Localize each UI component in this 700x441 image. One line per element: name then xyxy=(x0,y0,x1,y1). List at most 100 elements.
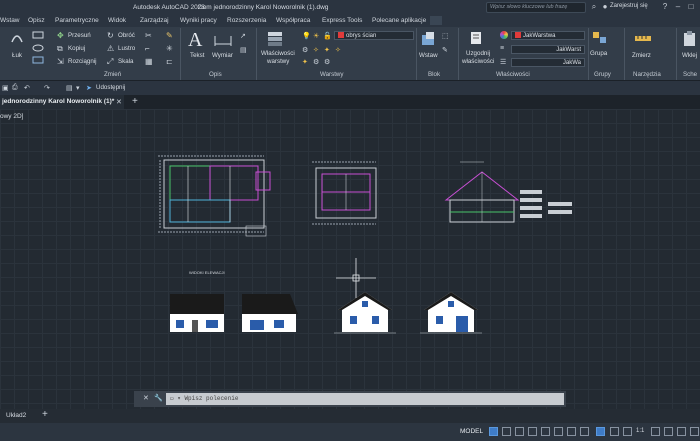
mirror-button[interactable]: Lustro xyxy=(118,45,135,52)
new-tab-icon[interactable]: + xyxy=(132,96,138,107)
layer-tools-icon-2[interactable]: ✧ xyxy=(313,46,319,54)
copy-button[interactable]: Kopiuj xyxy=(68,45,85,52)
utilities-panel-title[interactable]: Narzędzia xyxy=(633,71,661,78)
insert-block-icon[interactable] xyxy=(420,31,438,47)
arc-icon[interactable] xyxy=(10,30,24,44)
move-icon[interactable]: ✥ xyxy=(57,31,64,40)
match-properties-label-2[interactable]: właściwości xyxy=(462,58,494,65)
elevation-side-right[interactable] xyxy=(420,290,482,336)
linetype-icon[interactable]: ☰ xyxy=(500,58,506,66)
model-space-button[interactable]: MODEL xyxy=(460,428,483,435)
lightbulb-icon[interactable]: 💡 xyxy=(302,32,311,40)
customization-icon[interactable] xyxy=(690,427,699,436)
dimension-icon[interactable] xyxy=(213,32,233,48)
layer-tools-icon-3[interactable]: ✦ xyxy=(324,46,330,54)
tab-parametric[interactable]: Parametryczne xyxy=(55,17,99,24)
user-icon[interactable]: ● xyxy=(600,2,610,12)
properties-panel-title[interactable]: Właściwości xyxy=(496,71,530,78)
selection-cycling-icon[interactable] xyxy=(596,427,605,436)
edit-block-icon[interactable]: ✎ xyxy=(442,46,448,54)
dropdown-icon[interactable]: ▾ xyxy=(76,84,80,92)
layer-properties-label-1[interactable]: Właściwości xyxy=(261,50,295,57)
paste-button[interactable]: Wklej xyxy=(682,52,697,59)
tab-manage[interactable]: Zarządzaj xyxy=(140,17,169,24)
sign-in-link[interactable]: Zarejestruj się xyxy=(610,3,648,9)
table-icon[interactable]: ▤ xyxy=(240,46,247,54)
annotation-visibility-icon[interactable] xyxy=(610,427,619,436)
isodraft-icon[interactable] xyxy=(554,427,563,436)
annotation-scale[interactable]: 1:1 xyxy=(636,428,644,434)
layer-dropdown[interactable]: obrys ścian xyxy=(334,31,414,40)
object-snap-icon[interactable] xyxy=(580,427,589,436)
group-icon[interactable] xyxy=(592,31,608,45)
layer-properties-icon[interactable] xyxy=(266,30,286,48)
measure-icon[interactable] xyxy=(634,34,652,44)
share-icon[interactable]: ➤ xyxy=(86,84,92,92)
lock-icon[interactable]: 🔓 xyxy=(323,32,332,40)
color-dropdown[interactable]: JakWarstwa xyxy=(511,31,585,40)
offset-icon[interactable]: ⊏ xyxy=(166,57,173,66)
layers-panel-title[interactable]: Warstwy xyxy=(320,71,344,78)
erase-icon[interactable]: ✎ xyxy=(166,31,173,40)
dropdown-icon[interactable] xyxy=(515,427,524,436)
measure-button[interactable]: Zmierz xyxy=(632,52,651,59)
lineweight-icon[interactable]: ≡ xyxy=(500,45,504,52)
fillet-icon[interactable]: ⌐ xyxy=(145,44,150,53)
group-button[interactable]: Grupa xyxy=(590,50,607,57)
tab-output[interactable]: Wyniki pracy xyxy=(180,17,217,24)
lineweight-dropdown[interactable]: JakWarst xyxy=(511,45,585,54)
scale-icon[interactable]: ⤢ xyxy=(107,57,113,67)
block-panel-title[interactable]: Blok xyxy=(428,71,440,78)
grid-toggle-icon[interactable] xyxy=(489,427,498,436)
plot-icon[interactable]: ▤ xyxy=(66,84,73,92)
tab-collaborate[interactable]: Współpraca xyxy=(276,17,310,24)
arc-label[interactable]: Łuk xyxy=(12,52,22,59)
object-snap-tracking-icon[interactable] xyxy=(567,427,576,436)
sun-icon[interactable]: ☀ xyxy=(313,32,319,40)
stretch-icon[interactable]: ⇲ xyxy=(57,57,64,66)
rotate-icon[interactable]: ↻ xyxy=(107,31,114,40)
create-block-icon[interactable]: ⬚ xyxy=(442,32,449,40)
tab-annotate[interactable]: Opisz xyxy=(28,17,45,24)
text-button[interactable]: Tekst xyxy=(190,52,204,59)
groups-panel-title[interactable]: Grupy xyxy=(594,71,611,78)
color-wheel-icon[interactable] xyxy=(500,31,508,39)
view-label[interactable]: owy 2D] xyxy=(0,113,23,120)
text-icon[interactable]: A xyxy=(188,29,202,52)
tab-addins[interactable]: Rozszerzenia xyxy=(227,17,266,24)
layer-tools-icon-4[interactable]: ✧ xyxy=(335,46,341,54)
maximize-icon[interactable]: □ xyxy=(686,2,696,12)
file-tab-active[interactable]: jednorodzinny Karol Noworolnik (1)* xyxy=(0,95,124,109)
mirror-icon[interactable]: ⚠ xyxy=(107,44,114,53)
elevation-rear[interactable] xyxy=(240,292,300,334)
tab-express-tools[interactable]: Express Tools xyxy=(322,17,362,24)
tab-view[interactable]: Widok xyxy=(108,17,126,24)
section-drawing[interactable] xyxy=(436,160,576,230)
floor-plan-drawing[interactable] xyxy=(158,152,278,238)
gear-icon[interactable] xyxy=(651,427,660,436)
polar-toggle-icon[interactable] xyxy=(541,427,550,436)
scale-button[interactable]: Skala xyxy=(118,58,133,65)
layer-tools-icon-5[interactable]: ✦ xyxy=(302,58,308,66)
undo-icon[interactable]: ↶ xyxy=(24,84,30,92)
array-icon[interactable]: ▦ xyxy=(145,57,153,66)
move-button[interactable]: Przesuń xyxy=(68,32,91,39)
tab-featured-apps[interactable]: Polecane aplikacje xyxy=(372,17,426,24)
layer-tools-icon-1[interactable]: ⚙ xyxy=(302,46,308,54)
layer-tools-icon-7[interactable]: ⚙ xyxy=(324,58,330,66)
match-properties-label-1[interactable]: Uzgodnij xyxy=(466,50,490,57)
snap-toggle-icon[interactable] xyxy=(502,427,511,436)
wrench-icon[interactable]: 🔧 xyxy=(154,394,163,402)
layout-tab[interactable]: Układ2 xyxy=(6,412,26,419)
region-icon[interactable] xyxy=(32,56,46,64)
binoculars-icon[interactable]: ⌕ xyxy=(589,2,599,12)
tab-insert[interactable]: Wstaw xyxy=(0,17,20,24)
hatch-icon[interactable] xyxy=(32,44,46,52)
explode-icon[interactable]: ✳ xyxy=(166,44,173,53)
dimension-button[interactable]: Wymiar xyxy=(212,52,233,59)
add-layout-icon[interactable]: + xyxy=(42,409,48,420)
search-input[interactable]: Wpisz słowo kluczowe lub frazę xyxy=(486,2,586,13)
layer-tools-icon-6[interactable]: ⚙ xyxy=(313,58,319,66)
stretch-button[interactable]: Rozciągnij xyxy=(68,58,97,65)
add-icon[interactable] xyxy=(664,427,673,436)
